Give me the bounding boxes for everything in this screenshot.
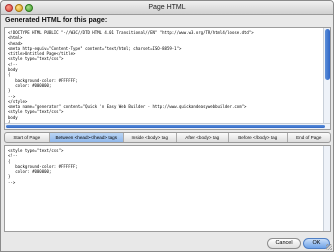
zoom-window-icon[interactable] (25, 4, 33, 12)
generated-html-heading: Generated HTML for this page: (5, 17, 108, 24)
full-html-vertical-scrollbar[interactable] (323, 28, 330, 129)
full-html-code: <!DOCTYPE HTML PUBLIC "-//W3C//DTD HTML … (8, 30, 254, 129)
minimize-window-icon[interactable] (15, 4, 23, 12)
tab-before-body-end-tag[interactable]: Before </body> tag (229, 133, 288, 142)
resize-grip-icon[interactable] (326, 244, 332, 250)
title-bar[interactable]: Page HTML (1, 1, 333, 15)
cancel-button[interactable]: Cancel (267, 238, 301, 249)
tab-between-head-tags[interactable]: Between <head></head> tags (49, 133, 124, 142)
section-html-textarea[interactable]: <style type="text/css"> <!-- { backgroun… (4, 145, 331, 232)
section-html-vertical-scrollbar[interactable] (323, 146, 330, 231)
full-html-horizontal-scroll-thumb[interactable] (6, 125, 325, 128)
full-html-textarea[interactable]: <!DOCTYPE HTML PUBLIC "-//W3C//DTD HTML … (4, 27, 331, 130)
tab-start-of-page[interactable]: Start of Page (5, 133, 50, 142)
full-html-horizontal-scrollbar[interactable] (5, 123, 330, 129)
section-tabs: Start of Page Between <head></head> tags… (4, 132, 331, 143)
tab-inside-body-tag[interactable]: Inside <body> tag (124, 133, 177, 142)
window-title: Page HTML (148, 4, 186, 11)
close-window-icon[interactable] (5, 4, 13, 12)
tab-end-of-page[interactable]: End of Page (288, 133, 331, 142)
tab-after-body-tag[interactable]: After <body> tag (177, 133, 229, 142)
section-html-code: <style type="text/css"> <!-- { backgroun… (8, 148, 78, 185)
full-html-vertical-scroll-thumb[interactable] (325, 29, 330, 80)
page-html-dialog: Page HTML Generated HTML for this page: … (0, 0, 334, 252)
